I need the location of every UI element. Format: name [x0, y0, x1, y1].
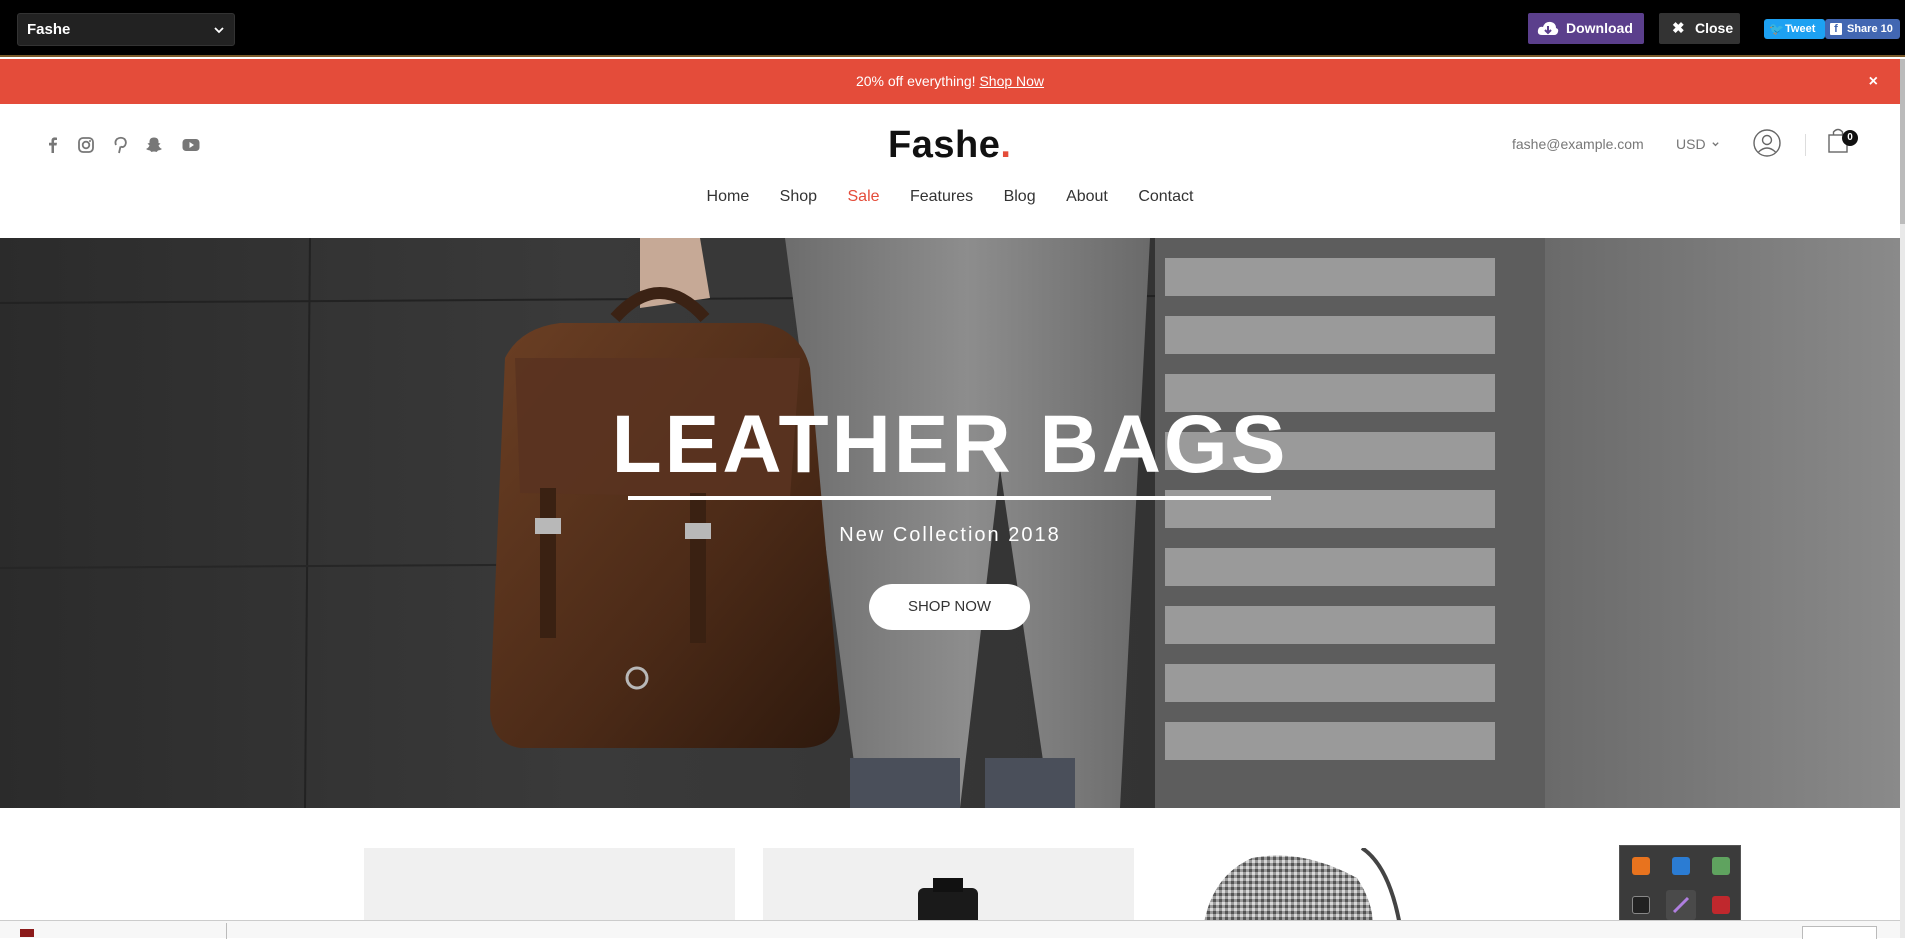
preview-top-bar: Fashe Download ✖ Close 🐦 Tweet f Share 1…: [0, 0, 1905, 57]
app-tray-icon[interactable]: [1666, 890, 1696, 920]
hero-title: LEATHER BAGS: [611, 399, 1289, 490]
page-scrollbar-thumb[interactable]: [1900, 59, 1905, 224]
twitter-icon: 🐦: [1769, 22, 1784, 36]
app-tray-icon[interactable]: [1712, 896, 1730, 914]
cloud-download-icon: [1537, 21, 1559, 35]
close-button[interactable]: ✖ Close: [1659, 13, 1740, 44]
tweet-button[interactable]: 🐦 Tweet: [1764, 19, 1825, 39]
header-email[interactable]: fashe@example.com: [1512, 136, 1644, 152]
bottom-bar: [0, 920, 1900, 939]
logo-dot: .: [1000, 124, 1012, 166]
download-button[interactable]: Download: [1528, 13, 1644, 44]
hero-banner: LEATHER BAGS New Collection 2018 SHOP NO…: [0, 238, 1900, 808]
bottom-widget[interactable]: [1802, 926, 1877, 939]
youtube-icon[interactable]: [180, 134, 202, 156]
nav-sale[interactable]: Sale: [848, 188, 880, 206]
close-icon: ✖: [1672, 20, 1685, 37]
download-label: Download: [1566, 20, 1633, 36]
bottom-divider: [226, 923, 227, 939]
currency-select[interactable]: USD: [1676, 136, 1720, 152]
tweet-label: Tweet: [1785, 23, 1816, 35]
theme-select-value: Fashe: [27, 21, 71, 38]
nav-about[interactable]: About: [1066, 188, 1108, 206]
bottom-logo-icon: [20, 929, 34, 937]
hero-background-image: [0, 238, 1900, 808]
hero-divider: [628, 496, 1271, 500]
snapchat-icon[interactable]: [143, 134, 165, 156]
hero-subtitle: New Collection 2018: [839, 524, 1061, 546]
facebook-icon: f: [1830, 23, 1842, 35]
currency-value: USD: [1676, 136, 1706, 152]
pinterest-icon[interactable]: [109, 134, 131, 156]
logo-text: Fashe: [888, 124, 1001, 166]
header-divider: [1805, 134, 1806, 156]
feather-icon: [1672, 896, 1690, 914]
promo-banner: 20% off everything! Shop Now ×: [0, 59, 1900, 104]
account-icon[interactable]: [1752, 128, 1782, 158]
nav-shop[interactable]: Shop: [780, 188, 817, 206]
app-tray-icon[interactable]: [1672, 857, 1690, 875]
hero-shop-now-button[interactable]: SHOP NOW: [869, 584, 1030, 630]
promo-close-icon[interactable]: ×: [1869, 59, 1878, 104]
app-tray-icon[interactable]: [1632, 896, 1650, 914]
app-tray-icon[interactable]: [1712, 857, 1730, 875]
cart-count-badge: 0: [1842, 130, 1858, 146]
share-label: Share 10: [1847, 23, 1893, 35]
nav-blog[interactable]: Blog: [1004, 188, 1036, 206]
instagram-icon[interactable]: [75, 134, 97, 156]
promo-shop-now-link[interactable]: Shop Now: [979, 73, 1044, 89]
promo-text: 20% off everything!: [855, 73, 976, 89]
facebook-share-button[interactable]: f Share 10: [1825, 19, 1900, 39]
site-header: Fashe. fashe@example.com USD 0 Home Shop…: [0, 104, 1900, 238]
nav-home[interactable]: Home: [707, 188, 750, 206]
chevron-down-icon: [1712, 142, 1720, 147]
close-label: Close: [1695, 20, 1734, 36]
main-nav: Home Shop Sale Features Blog About Conta…: [0, 188, 1900, 206]
app-tray-icon[interactable]: [1632, 857, 1650, 875]
site-logo[interactable]: Fashe.: [888, 124, 1011, 167]
nav-features[interactable]: Features: [910, 188, 973, 206]
theme-select[interactable]: Fashe: [17, 13, 235, 46]
nav-contact[interactable]: Contact: [1138, 188, 1193, 206]
facebook-icon[interactable]: [42, 134, 64, 156]
chevron-down-icon: [214, 27, 224, 34]
